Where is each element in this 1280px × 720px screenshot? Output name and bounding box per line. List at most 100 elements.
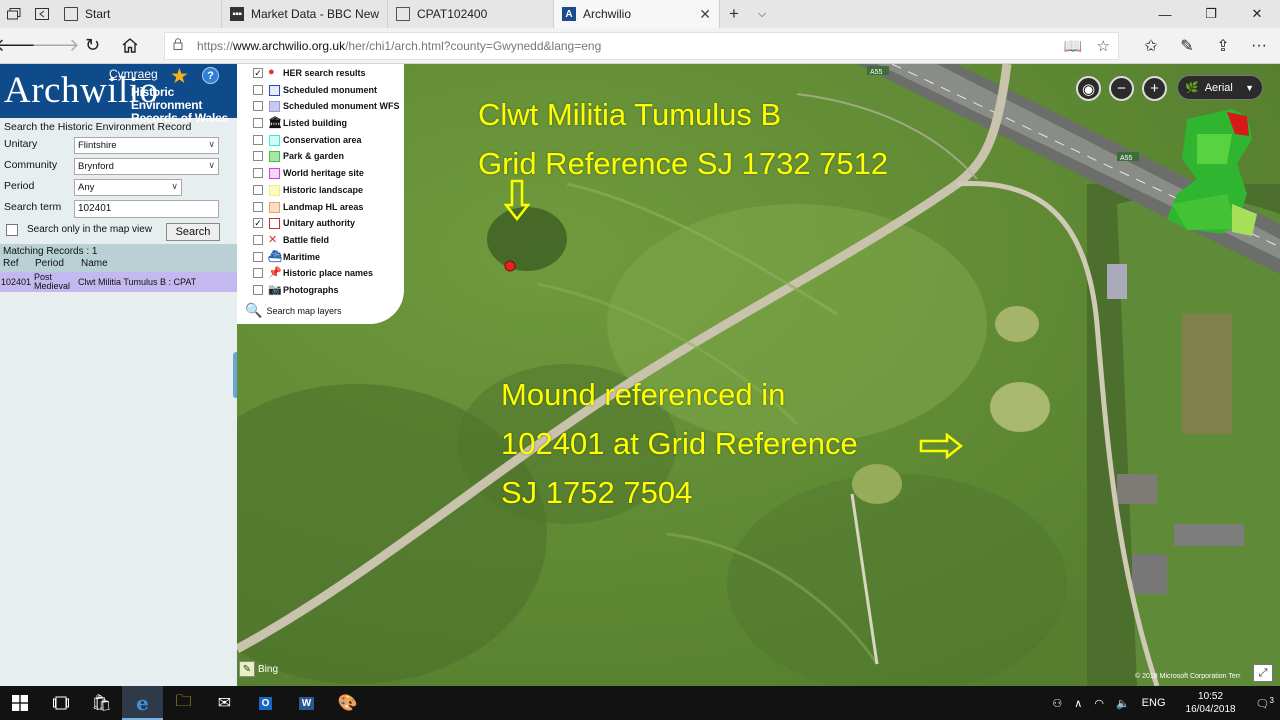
pen-annotate-icon[interactable]: ✎: [1169, 36, 1205, 56]
notification-count: 3: [1269, 695, 1274, 705]
layer-checkbox[interactable]: ✓: [253, 68, 263, 78]
period-select[interactable]: Any ∨: [74, 179, 182, 196]
tab-back-icon[interactable]: [28, 0, 56, 28]
tab-bbc-market-data[interactable]: ▪▪▪ Market Data - BBC News: [222, 0, 388, 28]
tab-label: CPAT102400: [417, 7, 488, 21]
map-style-dropdown[interactable]: 🌿 Aerial ▼: [1177, 75, 1263, 100]
layer-checkbox[interactable]: [253, 268, 263, 279]
minimize-icon[interactable]: —: [1142, 0, 1188, 28]
refresh-icon[interactable]: ↻: [74, 28, 111, 64]
column-period[interactable]: Period: [35, 258, 81, 270]
paint-icon[interactable]: 🎨: [327, 686, 368, 720]
task-view-icon[interactable]: [40, 686, 81, 720]
layer-historic-landscape[interactable]: Historic landscape: [237, 183, 404, 200]
layer-checkbox[interactable]: ✓: [253, 218, 263, 229]
layer-conservation-area[interactable]: Conservation area: [237, 133, 404, 150]
tab-archwilio[interactable]: A Archwilio ✕: [554, 0, 720, 28]
tab-start[interactable]: Start: [56, 0, 222, 28]
tray-overflow-chevron-icon[interactable]: ∧: [1068, 697, 1088, 710]
favorite-star-icon[interactable]: ☆: [1097, 37, 1110, 55]
bing-attribution: ✎ Bing: [239, 661, 278, 677]
home-icon[interactable]: [111, 28, 148, 64]
notifications-icon[interactable]: 🗨3: [1250, 696, 1280, 711]
layer-checkbox[interactable]: [253, 284, 263, 295]
people-icon[interactable]: ⚇: [1046, 697, 1068, 710]
help-icon[interactable]: ?: [202, 67, 219, 84]
welsh-language-link[interactable]: Cymraeg: [109, 67, 158, 81]
aerial-map[interactable]: A55 A55 ✓ ● HER search results Scheduled m…: [237, 64, 1280, 686]
zoom-out-button[interactable]: −: [1109, 76, 1134, 101]
layer-checkbox[interactable]: [253, 101, 263, 112]
layer-label: Maritime: [283, 251, 321, 262]
column-name[interactable]: Name: [81, 258, 108, 270]
file-explorer-icon[interactable]: 🗀: [163, 686, 204, 720]
maritime-icon: ⛴: [268, 250, 282, 263]
maximize-icon[interactable]: ❐: [1188, 0, 1234, 28]
outlook-icon[interactable]: O: [245, 686, 286, 720]
layer-checkbox[interactable]: [253, 251, 263, 262]
search-button[interactable]: Search: [166, 223, 220, 241]
map-view-checkbox[interactable]: [6, 224, 18, 236]
draw-tool-icon[interactable]: ✎: [239, 661, 255, 677]
table-row[interactable]: 102401 Post Medieval Clwt Militia Tumulus…: [0, 272, 237, 292]
layer-checkbox[interactable]: [253, 201, 263, 212]
close-window-icon[interactable]: ✕: [1234, 0, 1280, 28]
annotation-line: SJ 1752 7504: [501, 475, 693, 510]
layer-checkbox[interactable]: [253, 184, 263, 195]
search-term-input[interactable]: 102401: [74, 200, 219, 218]
layer-scheduled-monument[interactable]: Scheduled monument: [237, 83, 404, 100]
forward-arrow-icon[interactable]: 🡒: [31, 28, 79, 64]
community-value: Brynford: [78, 161, 114, 172]
unitary-select[interactable]: Flintshire ∨: [74, 137, 219, 154]
tab-cpat[interactable]: CPAT102400: [388, 0, 554, 28]
mail-icon[interactable]: ✉: [204, 686, 245, 720]
layer-park-garden[interactable]: Park & garden: [237, 149, 404, 166]
clock[interactable]: 10:52 16/04/2018: [1172, 690, 1250, 716]
layer-checkbox[interactable]: [253, 84, 263, 95]
keyboard-language[interactable]: ENG: [1136, 697, 1172, 709]
zoom-in-button[interactable]: +: [1142, 76, 1167, 101]
community-select[interactable]: Brynford ∨: [74, 158, 219, 175]
layer-listed-building[interactable]: 🏛 Listed building: [237, 116, 404, 133]
layer-scheduled-monument-wfs[interactable]: Scheduled monument WFS: [237, 99, 404, 116]
layer-landmap-hl-areas[interactable]: Landmap HL areas: [237, 200, 404, 217]
layer-photographs[interactable]: 📷 Photographs: [237, 283, 404, 300]
edge-browser-icon[interactable]: e: [122, 686, 163, 720]
store-icon[interactable]: 🛍: [81, 686, 122, 720]
word-icon[interactable]: W: [286, 686, 327, 720]
layer-checkbox[interactable]: [253, 168, 263, 179]
layer-checkbox[interactable]: [253, 118, 263, 129]
her-result-marker[interactable]: [504, 260, 516, 272]
layer-maritime[interactable]: ⛴ Maritime: [237, 250, 404, 267]
more-menu-icon[interactable]: ···: [1241, 36, 1277, 56]
search-term-label: Search term: [4, 201, 62, 213]
layer-checkbox[interactable]: [253, 234, 263, 245]
reading-view-icon[interactable]: 📖: [1064, 37, 1083, 55]
logo-subtitle-line: Historic Environment: [131, 85, 203, 112]
new-tab-icon[interactable]: +: [720, 0, 748, 28]
volume-icon[interactable]: 🔈: [1110, 697, 1136, 710]
layer-unitary-authority[interactable]: ✓ Unitary authority: [237, 216, 404, 233]
tab-preview-chevron-icon[interactable]: ⌵: [748, 0, 776, 28]
layer-label: HER search results: [283, 68, 366, 78]
favorites-hub-icon[interactable]: ✩: [1133, 36, 1169, 56]
layer-checkbox[interactable]: [253, 151, 263, 162]
tab-manager-icon[interactable]: [0, 0, 28, 28]
layer-battle-field[interactable]: ✕ Battle field: [237, 233, 404, 250]
layer-checkbox[interactable]: [253, 134, 263, 145]
network-icon[interactable]: ◠: [1088, 697, 1110, 710]
layer-her-results[interactable]: ✓ ● HER search results: [237, 66, 404, 83]
close-tab-icon[interactable]: ✕: [699, 6, 711, 23]
url-bar[interactable]: https://www.archwilio.org.uk/her/chi1/ar…: [164, 31, 1119, 60]
annotation-line: Clwt Militia Tumulus B: [478, 97, 782, 132]
search-map-layers-button[interactable]: 🔍 Search map layers: [245, 302, 341, 319]
share-icon[interactable]: ⇪: [1205, 36, 1241, 56]
fullscreen-icon[interactable]: ⤢: [1253, 664, 1273, 682]
window-controls: — ❐ ✕: [1142, 0, 1280, 28]
archwilio-logo: Archwilio Cymraeg ★ ? Historic Environme…: [0, 64, 237, 125]
windows-start-icon[interactable]: [0, 686, 40, 720]
column-ref[interactable]: Ref: [3, 258, 35, 270]
layer-world-heritage-site[interactable]: World heritage site: [237, 166, 404, 183]
locate-me-icon[interactable]: ◉: [1076, 76, 1101, 101]
layer-historic-place-names[interactable]: 📌 Historic place names: [237, 266, 404, 283]
